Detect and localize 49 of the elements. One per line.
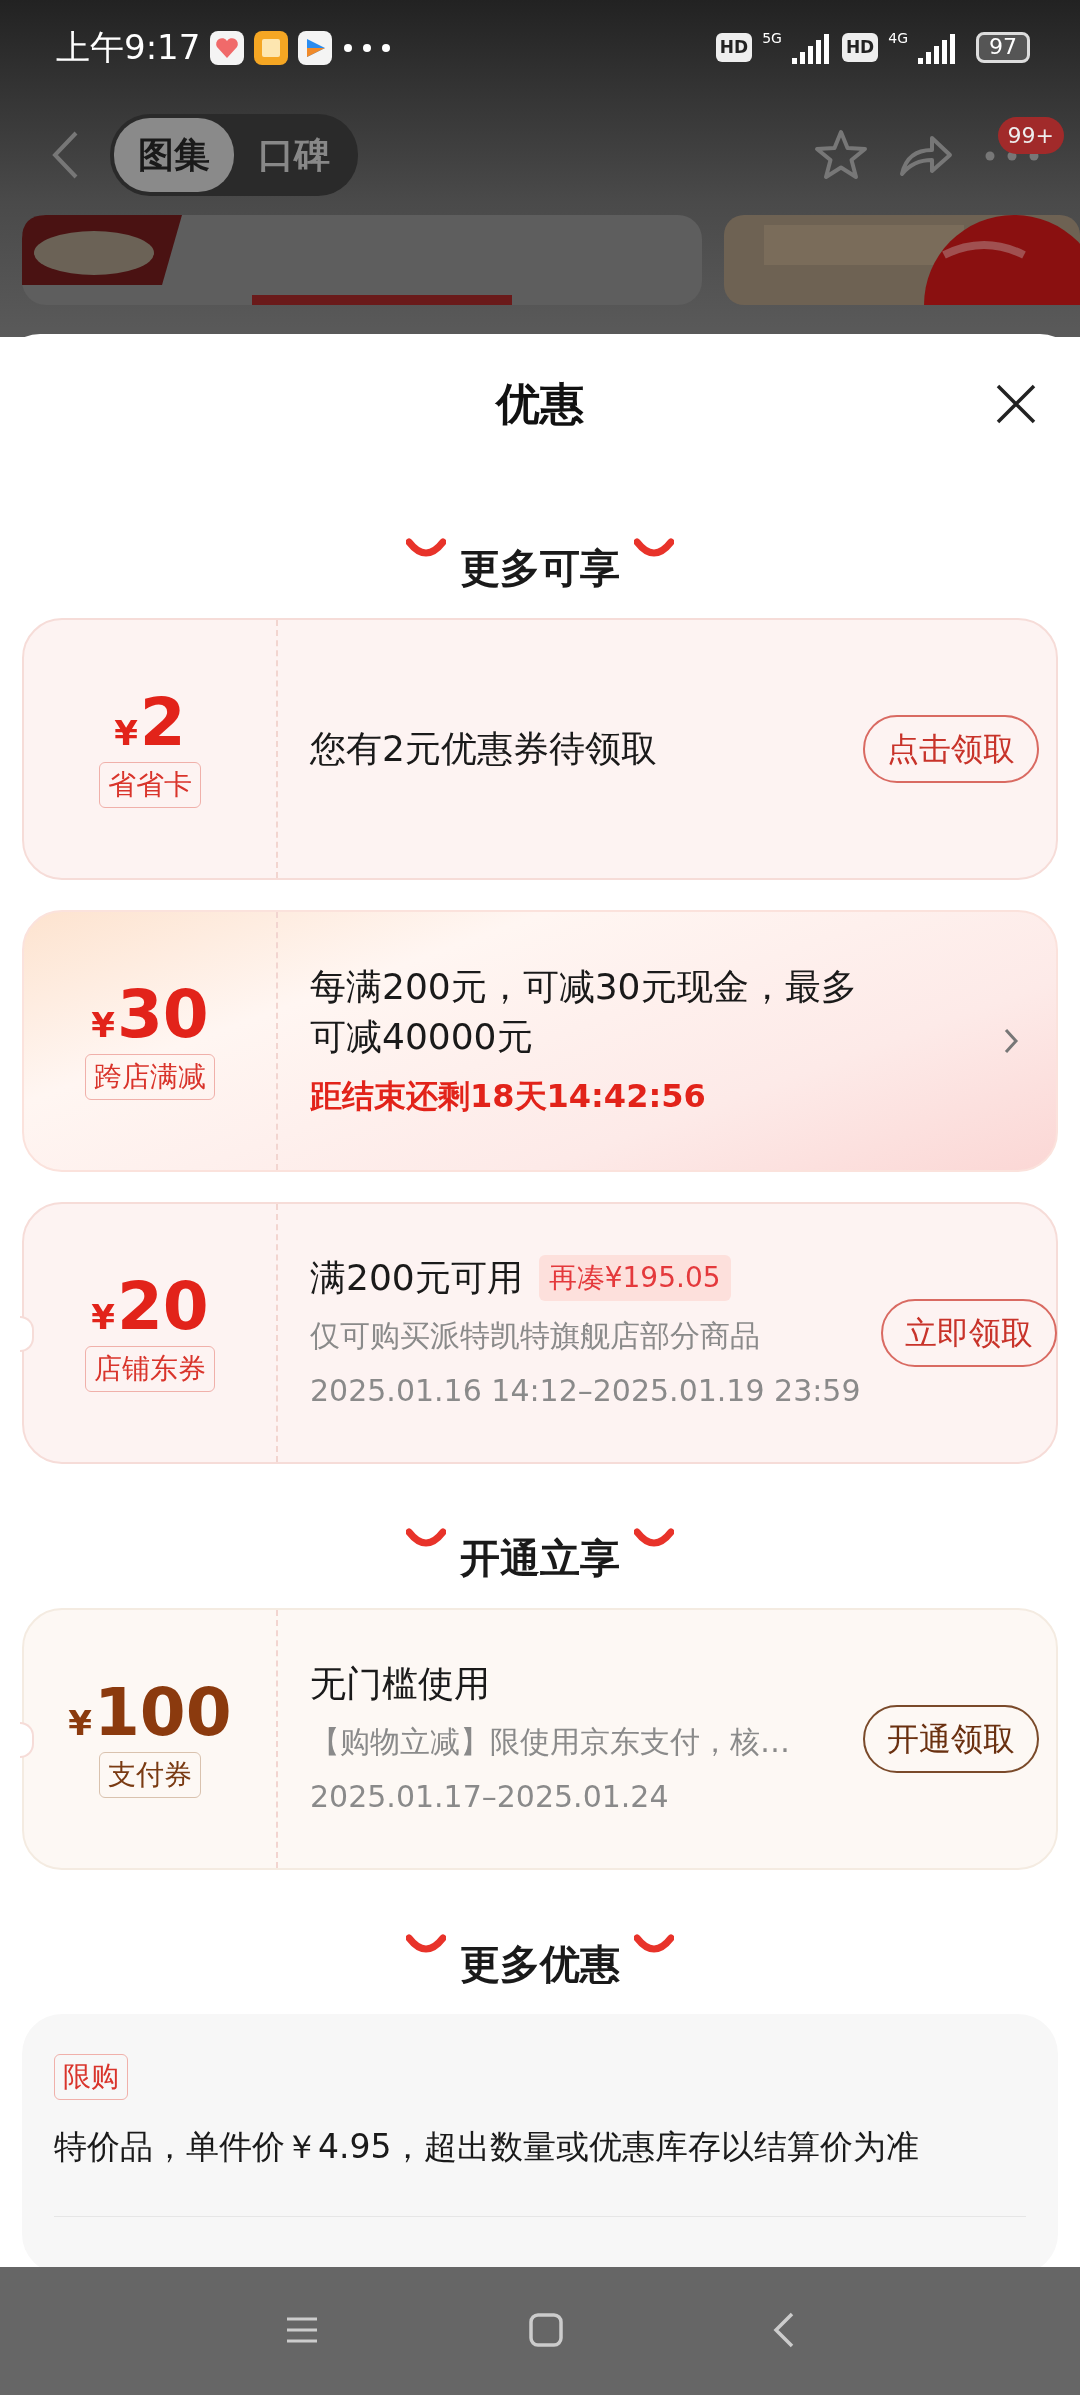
network-label: 5G xyxy=(762,29,782,48)
coupon-amount: ¥20 xyxy=(91,1274,209,1340)
battery-level: 97 xyxy=(976,32,1030,63)
coupon-type-tag: 店铺东券 xyxy=(85,1346,215,1392)
back-icon[interactable] xyxy=(50,130,80,180)
claim-button[interactable]: 立即领取 xyxy=(880,1299,1057,1367)
more-icon xyxy=(342,41,393,54)
validity-dates: 2025.01.16 14:12–2025.01.19 23:59 xyxy=(310,1372,861,1411)
coupon-amount: ¥2 xyxy=(114,690,186,756)
heart-app-icon xyxy=(210,30,245,65)
star-icon[interactable] xyxy=(814,129,868,181)
play-app-icon xyxy=(298,30,333,65)
coupon-description: 仅可购买派特凯特旗舰店部分商品 xyxy=(310,1317,761,1356)
coupon-description: 【购物立减】限使用京东支付，核… xyxy=(310,1723,791,1762)
claim-button[interactable]: 点击领取 xyxy=(863,715,1039,783)
section-heading: 更多可享 xyxy=(460,544,620,593)
signal-icon xyxy=(918,31,958,64)
hd-label: HD xyxy=(841,32,879,63)
coupon-amount: ¥100 xyxy=(68,1680,232,1746)
signal-icon xyxy=(791,31,832,64)
menu-icon[interactable] xyxy=(285,2316,319,2344)
chevron-right-icon[interactable] xyxy=(1003,1027,1019,1055)
status-time: 上午9:17 xyxy=(56,26,201,69)
coupon-title: 无门槛使用 xyxy=(310,1661,491,1706)
offer-text: 特价品，单件价￥4.95，超出数量或优惠库存以结算价为准 xyxy=(54,2122,1026,2217)
tab[interactable]: 口碑 xyxy=(234,118,354,192)
hd-label: HD xyxy=(715,32,753,63)
coupon-type-tag: 跨店满减 xyxy=(85,1054,215,1100)
coupon-title: 满200元可用 xyxy=(310,1255,523,1300)
coupon-type-tag: 省省卡 xyxy=(99,762,201,808)
section-heading: 更多优惠 xyxy=(460,1940,620,1989)
section-heading: 开通立享 xyxy=(460,1534,620,1583)
coupon-title: 您有2元优惠券待领取 xyxy=(310,726,658,771)
sheet-title: 优惠 xyxy=(496,377,584,431)
validity-dates: 2025.01.17–2025.01.24 xyxy=(310,1778,670,1817)
countdown-text: 距结束还剩18天14:42:56 xyxy=(310,1076,707,1118)
count-badge: 99+ xyxy=(997,117,1064,154)
tab[interactable]: 图集 xyxy=(114,118,234,192)
claim-button[interactable]: 开通领取 xyxy=(863,1705,1039,1773)
coupon-title: 每满200元，可减30元现金，最多可减40000元 xyxy=(310,964,858,1059)
home-icon[interactable] xyxy=(529,2313,563,2347)
shortfall-tag: 再凑¥195.05 xyxy=(538,1255,731,1301)
note-app-icon xyxy=(254,30,289,65)
offer-tag: 限购 xyxy=(54,2054,128,2100)
coupon-type-tag: 支付券 xyxy=(99,1752,201,1798)
network-label: 4G xyxy=(888,29,908,48)
close-icon[interactable] xyxy=(996,384,1036,424)
coupon-amount: ¥30 xyxy=(91,982,209,1048)
back-icon[interactable] xyxy=(773,2312,795,2348)
